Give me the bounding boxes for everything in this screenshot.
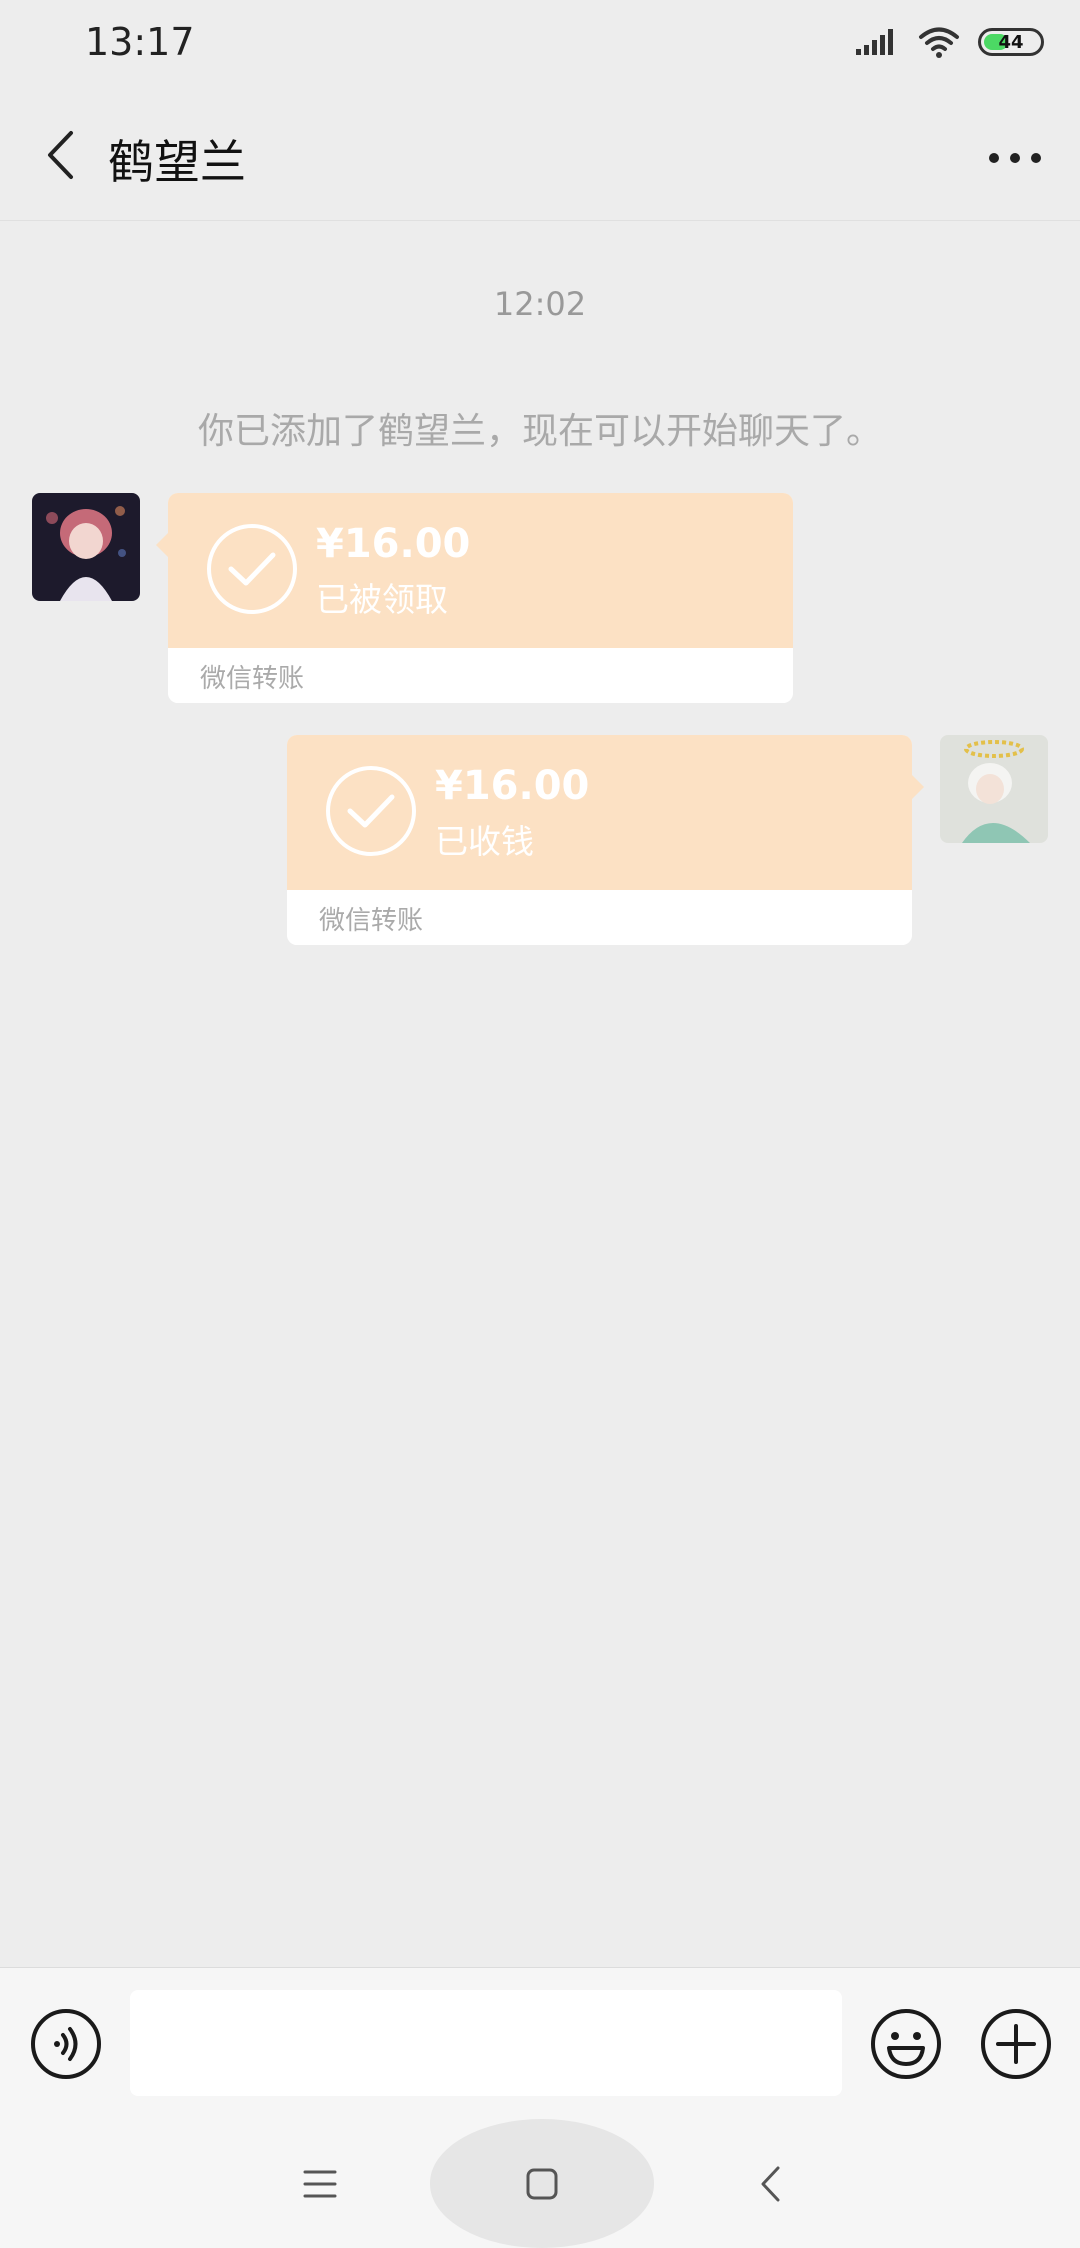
emoji-icon [871,2009,941,2079]
chat-title: 鹤望兰 [108,135,246,189]
more-functions-button[interactable] [980,2008,1052,2080]
status-icons: 44 [856,26,1044,58]
chevron-left-icon [48,131,73,179]
wifi-icon [919,27,959,58]
check-circle-icon [326,766,416,856]
nav-home-button[interactable] [512,2154,572,2214]
more-button[interactable] [980,128,1050,188]
transfer-status: 已收钱 [435,822,534,861]
nav-back-button[interactable] [740,2154,800,2214]
status-time: 13:17 [85,20,195,64]
my-avatar[interactable] [940,735,1048,843]
input-bar [0,1967,1080,2120]
status-bar: 13:17 44 [0,0,1080,90]
system-nav-bar [0,2119,1080,2248]
battery-icon: 44 [978,28,1044,56]
transfer-status: 已被领取 [316,580,448,619]
transfer-label: 微信转账 [200,664,305,694]
transfer-amount: ¥16.00 [435,763,590,809]
message-timestamp: 12:02 [493,285,587,323]
system-message: 你已添加了鹤望兰，现在可以开始聊天了。 [197,411,882,452]
signal-icon [856,29,893,55]
nav-menu-button[interactable] [290,2154,350,2214]
avatar-image [940,735,1048,843]
transfer-card-received[interactable]: ¥16.00 已被领取 微信转账 [168,493,793,703]
back-button[interactable] [30,122,90,188]
square-icon [526,2168,558,2200]
title-bar: 鹤望兰 [0,90,1080,221]
bubble-tail [156,533,168,557]
bubble-tail [912,775,924,799]
menu-icon [303,2170,337,2198]
chevron-left-icon [761,2166,780,2202]
voice-button[interactable] [30,2008,102,2080]
contact-avatar[interactable] [32,493,140,601]
transfer-amount: ¥16.00 [316,521,471,567]
avatar-image [32,493,140,601]
transfer-card-sent[interactable]: ¥16.00 已收钱 微信转账 [287,735,912,945]
message-input[interactable] [130,1990,842,2096]
transfer-label: 微信转账 [319,906,424,936]
battery-level: 44 [998,31,1024,53]
voice-icon [31,2009,101,2079]
plus-icon [981,2009,1051,2079]
emoji-button[interactable] [870,2008,942,2080]
check-circle-icon [207,524,297,614]
more-icon [989,153,1041,163]
